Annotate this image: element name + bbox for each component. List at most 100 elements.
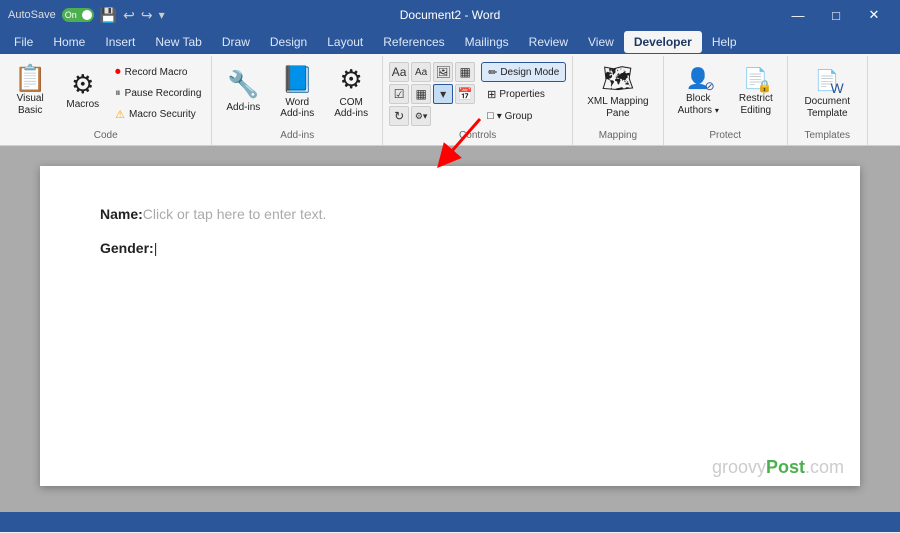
ribbon-group-code: 📋 VisualBasic ⚙ Macros ⏺ Record Macro ⏸ … <box>0 56 212 145</box>
macros-button[interactable]: ⚙ Macros <box>58 58 107 124</box>
group-icon: □ <box>487 110 494 122</box>
design-mode-icon: ✏ <box>488 66 497 79</box>
autosave-knob <box>82 10 92 20</box>
legacy-ctrl-icon[interactable]: ⚙▾ <box>411 106 431 126</box>
mapping-group-label: Mapping <box>599 128 637 143</box>
repeating-section-ctrl-icon[interactable]: ↻ <box>389 106 409 126</box>
record-macro-button[interactable]: ⏺ Record Macro <box>111 62 205 82</box>
macros-label: Macros <box>66 99 99 111</box>
controls-content: Aa Aa 🖼 ▦ ☑ ▦ ▾ 📅 ↻ ⚙▾ <box>389 60 566 128</box>
restrict-editing-icon: 📄 🔒 <box>743 65 768 91</box>
document-container: Name: Click or tap here to enter text. G… <box>0 146 900 512</box>
design-mode-button[interactable]: ✏ Design Mode <box>481 62 566 82</box>
word-add-ins-button[interactable]: 📘 WordAdd-ins <box>272 58 322 124</box>
image-ctrl-icon[interactable]: 🖼 <box>433 62 453 82</box>
block-authors-icon: 👤 ⊘ <box>686 65 711 91</box>
menu-file[interactable]: File <box>4 31 43 53</box>
menu-references[interactable]: References <box>373 31 454 53</box>
macros-icon: ⚙ <box>71 71 94 97</box>
close-button[interactable]: ✕ <box>856 0 892 30</box>
checkbox-ctrl-icon[interactable]: ☑ <box>389 84 409 104</box>
minimize-button[interactable]: — <box>780 0 816 30</box>
controls-row-1: Aa Aa 🖼 ▦ <box>389 62 475 82</box>
add-ins-button[interactable]: 🔧 Add-ins <box>218 58 268 124</box>
visual-basic-button[interactable]: 📋 VisualBasic <box>6 58 54 124</box>
xml-mapping-button[interactable]: 🗺 XML MappingPane <box>579 58 656 124</box>
restrict-editing-button[interactable]: 📄 🔒 RestrictEditing <box>731 58 781 124</box>
status-bar <box>0 512 900 532</box>
menu-mailings[interactable]: Mailings <box>455 31 519 53</box>
name-placeholder: Click or tap here to enter text. <box>143 206 327 222</box>
customize-qat-icon[interactable]: ▾ <box>159 8 165 22</box>
group-label: ▾ Group <box>497 111 533 122</box>
pause-recording-icon: ⏸ <box>115 87 121 100</box>
menu-layout[interactable]: Layout <box>317 31 373 53</box>
design-mode-label: Design Mode <box>500 67 559 78</box>
building-block-ctrl-icon[interactable]: ▦ <box>455 62 475 82</box>
protect-content: 👤 ⊘ BlockAuthors ▾ 📄 🔒 RestrictEditing <box>670 58 781 128</box>
plain-text-ctrl-icon[interactable]: Aa <box>411 62 431 82</box>
menu-home[interactable]: Home <box>43 31 95 53</box>
save-icon[interactable]: 💾 <box>100 7 117 24</box>
menu-help[interactable]: Help <box>702 31 747 53</box>
word-add-ins-icon: 📘 <box>281 64 313 95</box>
controls-row-2: ☑ ▦ ▾ 📅 <box>389 84 475 104</box>
properties-label: Properties <box>499 89 545 100</box>
controls-row-3: ↻ ⚙▾ <box>389 106 475 126</box>
combo-ctrl-icon[interactable]: ▦ <box>411 84 431 104</box>
ribbon-group-protect: 👤 ⊘ BlockAuthors ▾ 📄 🔒 RestrictEditing P… <box>664 56 788 145</box>
controls-side-buttons: ✏ Design Mode ⊞ Properties □ ▾ Group <box>481 62 566 126</box>
ribbon: 📋 VisualBasic ⚙ Macros ⏺ Record Macro ⏸ … <box>0 54 900 146</box>
properties-button[interactable]: ⊞ Properties <box>481 84 566 104</box>
branding: groovyPost.com <box>712 457 844 478</box>
pause-recording-button[interactable]: ⏸ Pause Recording <box>111 83 205 103</box>
menu-view[interactable]: View <box>578 31 624 53</box>
code-small-buttons: ⏺ Record Macro ⏸ Pause Recording ⚠ Macro… <box>111 62 205 124</box>
title-bar-left: AutoSave On 💾 ↩ ↪ ▾ <box>8 7 165 24</box>
ribbon-group-templates: 📄 W DocumentTemplate Templates <box>788 56 868 145</box>
com-add-ins-button[interactable]: ⚙ COMAdd-ins <box>326 58 376 124</box>
macro-security-button[interactable]: ⚠ Macro Security <box>111 104 205 124</box>
pause-recording-label: Pause Recording <box>125 88 202 99</box>
macro-security-label: Macro Security <box>129 109 196 120</box>
protect-group-label: Protect <box>709 128 741 143</box>
title-bar: AutoSave On 💾 ↩ ↪ ▾ Document2 - Word — □… <box>0 0 900 30</box>
code-group-content: 📋 VisualBasic ⚙ Macros ⏺ Record Macro ⏸ … <box>6 58 205 128</box>
autosave-toggle[interactable]: On <box>62 8 94 22</box>
controls-group-label: Controls <box>459 128 496 143</box>
document-template-icon: 📄 W <box>815 63 840 94</box>
block-authors-button[interactable]: 👤 ⊘ BlockAuthors ▾ <box>670 58 727 124</box>
name-label: Name: <box>100 206 143 222</box>
dropdown-ctrl-icon[interactable]: ▾ <box>433 84 453 104</box>
menu-bar: File Home Insert New Tab Draw Design Lay… <box>0 30 900 54</box>
menu-new-tab[interactable]: New Tab <box>145 31 211 53</box>
restrict-editing-label: RestrictEditing <box>739 93 773 117</box>
xml-mapping-label: XML MappingPane <box>587 96 648 120</box>
group-button[interactable]: □ ▾ Group <box>481 106 566 126</box>
document-page[interactable]: Name: Click or tap here to enter text. G… <box>40 166 860 486</box>
visual-basic-label: VisualBasic <box>17 93 44 117</box>
date-ctrl-icon[interactable]: 📅 <box>455 84 475 104</box>
com-add-ins-label: COMAdd-ins <box>334 97 368 119</box>
addins-group-content: 🔧 Add-ins 📘 WordAdd-ins ⚙ COMAdd-ins <box>218 58 376 128</box>
word-add-ins-label: WordAdd-ins <box>280 97 314 119</box>
addins-group-label: Add-ins <box>280 128 314 143</box>
gender-cursor: | <box>154 240 158 256</box>
block-authors-label: BlockAuthors ▾ <box>678 93 719 117</box>
maximize-button[interactable]: □ <box>818 0 854 30</box>
menu-developer[interactable]: Developer <box>624 31 702 53</box>
menu-draw[interactable]: Draw <box>212 31 260 53</box>
undo-icon[interactable]: ↩ <box>123 7 135 24</box>
document-title: Document2 - Word <box>400 8 500 22</box>
document-template-button[interactable]: 📄 W DocumentTemplate <box>796 58 858 124</box>
ribbon-group-controls: Aa Aa 🖼 ▦ ☑ ▦ ▾ 📅 ↻ ⚙▾ <box>383 56 573 145</box>
code-group-label: Code <box>94 128 118 143</box>
menu-design[interactable]: Design <box>260 31 317 53</box>
doc-line-name: Name: Click or tap here to enter text. <box>100 206 800 222</box>
menu-insert[interactable]: Insert <box>95 31 145 53</box>
rich-text-ctrl-icon[interactable]: Aa <box>389 62 409 82</box>
menu-review[interactable]: Review <box>519 31 578 53</box>
redo-icon[interactable]: ↪ <box>141 7 153 24</box>
autosave-state: On <box>65 10 77 20</box>
autosave-label: AutoSave <box>8 9 56 21</box>
